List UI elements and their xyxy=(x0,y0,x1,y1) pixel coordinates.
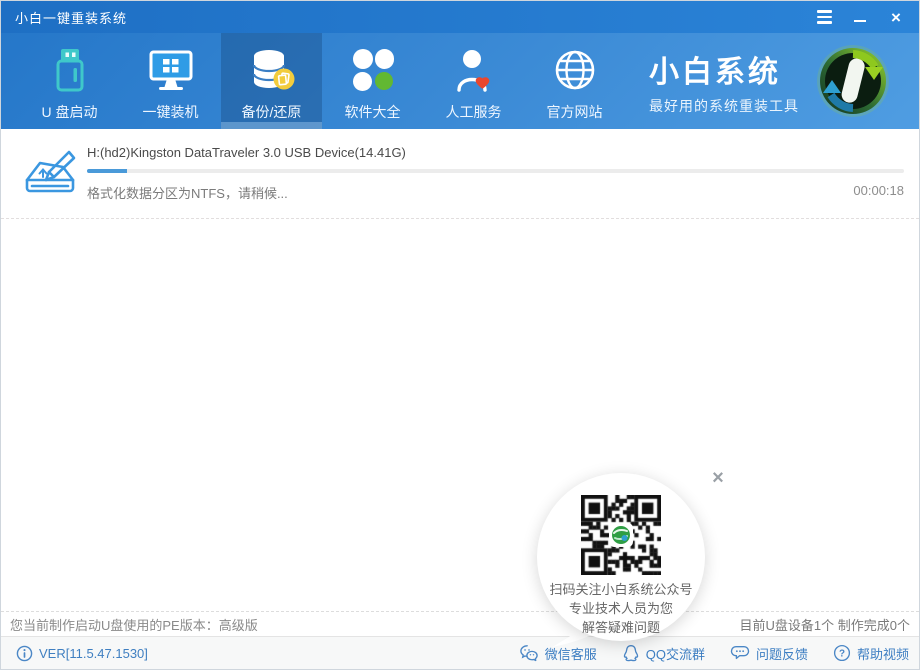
help-video-link[interactable]: ? 帮助视频 xyxy=(833,644,909,663)
footer-link-label: 帮助视频 xyxy=(857,644,909,663)
statusbar: 您当前制作启动U盘使用的PE版本：高级版 目前U盘设备1个 制作完成0个 xyxy=(1,611,919,636)
app-window: 小白一键重装系统 × xyxy=(0,0,920,670)
nav-tabs: U 盘启动 一键装机 xyxy=(19,33,625,129)
info-icon xyxy=(16,645,33,662)
footer-link-label: QQ交流群 xyxy=(646,644,705,663)
task-status-row: 格式化数据分区为NTFS，请稍候... 00:00:18 xyxy=(87,183,904,202)
main-nav: U 盘启动 一键装机 xyxy=(1,33,919,129)
version-info: VER[11.5.47.1530] xyxy=(16,645,148,662)
tab-software[interactable]: 软件大全 xyxy=(322,33,423,129)
tab-one-click-install[interactable]: 一键装机 xyxy=(120,33,221,129)
tab-label: 一键装机 xyxy=(143,102,199,122)
progress-fill xyxy=(87,169,127,173)
progress-bar xyxy=(87,169,904,173)
usb-task-panel: H:(hd2)Kingston DataTraveler 3.0 USB Dev… xyxy=(1,129,919,219)
qr-popup: 扫码关注小白系统公众号 专业技术人员为您 解答疑难问题 xyxy=(537,473,705,641)
usb-count-text: 目前U盘设备1个 制作完成0个 xyxy=(740,615,910,634)
brand-logo-icon xyxy=(813,41,893,121)
close-icon: × xyxy=(891,9,901,26)
minimize-button[interactable] xyxy=(847,6,873,28)
tab-label: 人工服务 xyxy=(446,102,502,122)
task-status-text: 格式化数据分区为NTFS，请稍候... xyxy=(87,183,288,202)
software-clover-icon xyxy=(347,45,399,95)
monitor-icon xyxy=(145,45,197,95)
hamburger-icon xyxy=(817,10,832,24)
qr-code xyxy=(581,495,661,575)
svg-text:?: ? xyxy=(839,649,845,660)
window-controls: × xyxy=(811,6,909,28)
popup-line: 扫码关注小白系统公众号 xyxy=(549,580,692,599)
tab-label: U 盘启动 xyxy=(42,102,98,122)
brand-name: 小白系统 xyxy=(649,47,781,91)
tab-usb-boot[interactable]: U 盘启动 xyxy=(19,33,120,129)
tab-label: 官方网站 xyxy=(547,102,603,122)
backup-restore-icon xyxy=(246,45,298,95)
globe-icon xyxy=(549,45,601,95)
device-label: H:(hd2)Kingston DataTraveler 3.0 USB Dev… xyxy=(87,145,904,160)
help-video-icon: ? xyxy=(833,644,851,662)
tab-backup-restore[interactable]: 备份/还原 xyxy=(221,33,322,129)
version-label: VER[11.5.47.1530] xyxy=(39,646,148,661)
wechat-icon xyxy=(519,644,539,662)
footer: VER[11.5.47.1530] 微信客服 QQ交流群 xyxy=(1,636,919,669)
elapsed-timer: 00:00:18 xyxy=(853,183,904,202)
task-body: H:(hd2)Kingston DataTraveler 3.0 USB Dev… xyxy=(87,145,904,218)
window-title: 小白一键重装系统 xyxy=(15,8,127,27)
popup-line: 解答疑难问题 xyxy=(549,618,692,637)
tab-label: 备份/还原 xyxy=(242,102,302,122)
popup-text: 扫码关注小白系统公众号 专业技术人员为您 解答疑难问题 xyxy=(549,580,692,637)
close-button[interactable]: × xyxy=(883,6,909,28)
tab-support[interactable]: 人工服务 xyxy=(423,33,524,129)
titlebar: 小白一键重装系统 × xyxy=(1,1,919,33)
pe-version-text: 您当前制作启动U盘使用的PE版本：高级版 xyxy=(10,615,258,634)
minimize-icon xyxy=(854,20,866,23)
menu-button[interactable] xyxy=(811,6,837,28)
main-content xyxy=(1,219,919,611)
tab-label: 软件大全 xyxy=(345,102,401,122)
brand-block: 小白系统 最好用的系统重装工具 xyxy=(649,33,799,129)
qr-center-logo-icon xyxy=(609,523,633,547)
usb-drive-icon xyxy=(44,45,96,95)
support-person-icon xyxy=(448,45,500,95)
footer-link-label: 问题反馈 xyxy=(756,644,808,663)
feedback-link[interactable]: 问题反馈 xyxy=(730,644,808,663)
popup-line: 专业技术人员为您 xyxy=(549,599,692,618)
brand-logo xyxy=(813,33,893,129)
feedback-icon xyxy=(730,644,750,662)
disk-write-icon xyxy=(23,149,77,218)
tab-official-site[interactable]: 官方网站 xyxy=(524,33,625,129)
brand-slogan: 最好用的系统重装工具 xyxy=(649,96,799,116)
popup-close-button[interactable]: × xyxy=(707,467,729,489)
